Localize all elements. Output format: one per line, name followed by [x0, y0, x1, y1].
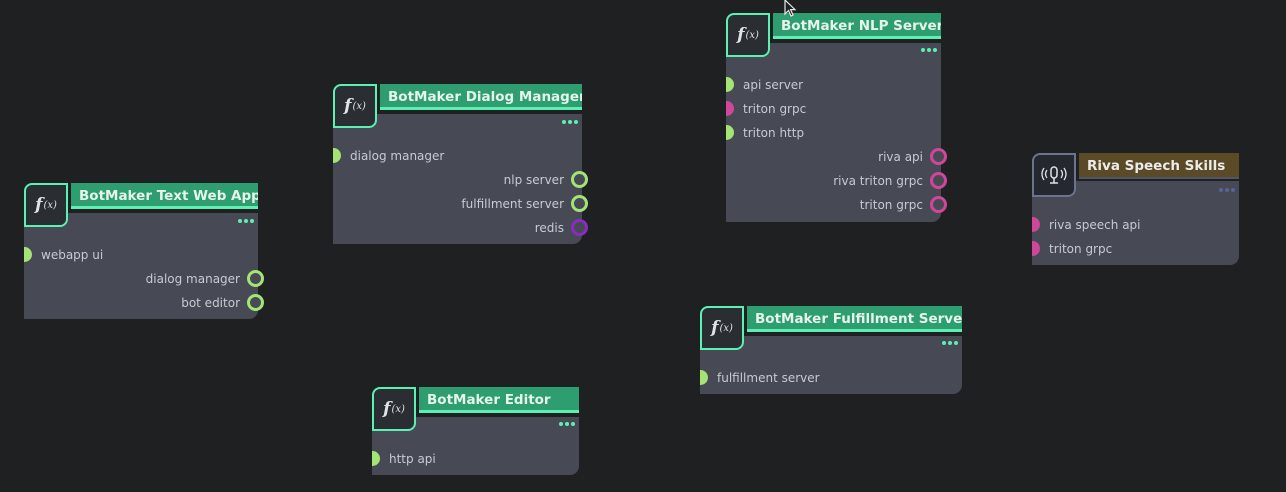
node-text-web-app[interactable]: BotMaker Text Web App f (x) webapp ui dia… [24, 183, 265, 319]
more-options-icon[interactable] [1219, 188, 1237, 194]
output-port-redis[interactable]: redis [535, 219, 589, 236]
node-title[interactable]: BotMaker Text Web App [71, 183, 258, 209]
more-options-icon[interactable] [238, 219, 256, 225]
input-port-webapp-ui[interactable]: webapp ui [24, 247, 103, 262]
output-port-triton-grpc[interactable]: triton grpc [860, 196, 948, 213]
node-nlp-server[interactable]: BotMaker NLP Server f (x) api server trit… [726, 13, 948, 222]
output-port-riva-triton-grpc[interactable]: riva triton grpc [833, 172, 947, 189]
function-icon: f (x) [333, 84, 377, 128]
function-icon: f (x) [700, 306, 744, 350]
mouse-cursor-icon [784, 0, 797, 17]
node-dialog-manager[interactable]: BotMaker Dialog Manager f (x) dialog mana… [333, 84, 589, 244]
node-fulfillment-server[interactable]: BotMaker Fulfillment Server f (x) fulfill… [700, 306, 962, 394]
function-icon: f (x) [726, 13, 770, 57]
output-port-fulfillment-server[interactable]: fulfillment server [461, 195, 588, 212]
microphone-icon [1032, 153, 1076, 197]
input-port-fulfillment-server[interactable]: fulfillment server [700, 370, 820, 385]
input-port-triton-grpc[interactable]: triton grpc [1032, 241, 1112, 256]
output-port-nlp-server[interactable]: nlp server [504, 171, 589, 188]
function-icon: f (x) [24, 183, 68, 227]
function-icon: f (x) [372, 387, 416, 431]
node-title[interactable]: Riva Speech Skills [1079, 153, 1239, 179]
more-options-icon[interactable] [562, 120, 580, 126]
node-title[interactable]: BotMaker Dialog Manager [380, 84, 582, 110]
input-port-triton-grpc[interactable]: triton grpc [726, 101, 806, 116]
input-port-api-server[interactable]: api server [726, 77, 803, 92]
output-port-riva-api[interactable]: riva api [878, 148, 947, 165]
input-port-dialog-manager[interactable]: dialog manager [333, 148, 444, 163]
node-editor[interactable]: BotMaker Editor f (x) http api [372, 387, 579, 475]
node-riva-speech-skills[interactable]: Riva Speech Skills riva speech api trito… [1032, 153, 1239, 265]
output-port-dialog-manager[interactable]: dialog manager [146, 270, 265, 287]
node-title[interactable]: BotMaker Editor [419, 387, 579, 413]
input-port-http-api[interactable]: http api [372, 451, 436, 466]
input-port-riva-speech-api[interactable]: riva speech api [1032, 217, 1141, 232]
more-options-icon[interactable] [942, 341, 960, 347]
output-port-bot-editor[interactable]: bot editor [181, 294, 264, 311]
more-options-icon[interactable] [921, 48, 939, 54]
more-options-icon[interactable] [559, 422, 577, 428]
node-title[interactable]: BotMaker NLP Server [773, 13, 941, 39]
input-port-triton-http[interactable]: triton http [726, 125, 804, 140]
node-title[interactable]: BotMaker Fulfillment Server [747, 306, 962, 332]
